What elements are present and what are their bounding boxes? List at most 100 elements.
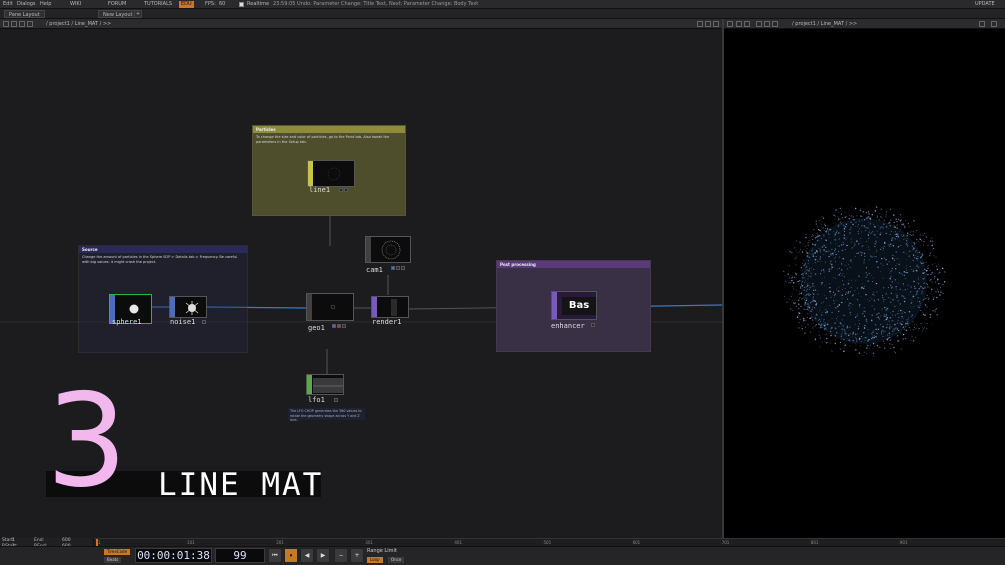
pane-split-icon[interactable] [705,21,711,27]
beats-toggle[interactable]: Beats [104,557,122,563]
node-lfo1[interactable]: lfo1 [306,374,346,406]
timecode-toggle[interactable]: TimeCode [104,549,131,555]
particle [883,331,885,333]
particle [883,343,885,345]
particle [812,252,814,254]
viewer-close-icon[interactable] [991,21,997,27]
particle [829,262,832,265]
particle [888,287,889,289]
particle [842,324,845,327]
particle [856,315,858,317]
particle [899,332,901,334]
viewer-mode-icon[interactable] [744,21,750,27]
particle [940,286,942,288]
render-thumbnail [391,299,397,316]
viewer-split-icon[interactable] [979,21,985,27]
menu-tutorials[interactable]: TUTORIALS [144,0,172,9]
minus-icon[interactable]: − [334,548,348,563]
particle [883,347,886,350]
play-icon[interactable]: ▶ [316,548,330,563]
viewer-path[interactable]: / project1 / Line_MAT / >> [792,19,857,29]
particle [849,326,851,328]
particle [873,256,875,257]
particle [827,224,829,226]
step-back-icon[interactable]: ◀ [300,548,314,563]
particle [881,296,884,299]
node-enhancer-flags[interactable] [591,323,595,328]
particle [849,333,851,335]
particle [882,340,885,342]
add-pane-button[interactable]: + [134,10,142,18]
node-noise1[interactable]: noise1 [169,296,209,328]
particle [919,305,921,307]
pause-icon[interactable]: ⏸ [284,548,298,563]
home-icon[interactable] [19,21,25,27]
loop-toggle[interactable]: Loop [367,557,383,563]
up-icon[interactable] [27,21,33,27]
realtime-checkbox[interactable] [239,2,244,7]
node-lfo1-flags[interactable] [334,398,338,403]
annotation-source[interactable]: Source Change the amount of particles in… [78,245,248,353]
particle [815,302,818,305]
particle [867,221,869,223]
menu-edit[interactable]: Edit [3,0,13,9]
node-enhancer[interactable]: Bas enhancer [551,291,599,331]
particle [888,297,890,299]
menu-help[interactable]: Help [40,0,51,9]
viewer-up-icon[interactable] [756,21,762,27]
menu-forum[interactable]: FORUM [108,0,126,9]
viewer-forward-icon[interactable] [772,21,778,27]
pane-options-icon[interactable] [697,21,703,27]
viewer-grid-icon[interactable] [736,21,742,27]
lfo-comment[interactable]: The LFO CHOP generates the 360 values to… [288,408,365,422]
rewind-icon[interactable]: ⏮ [268,548,282,563]
particle [831,266,833,268]
particle [904,311,906,314]
particle [809,285,810,287]
node-cam1[interactable]: cam1 [365,236,411,274]
particle [858,275,860,277]
particle [894,279,897,281]
network-path[interactable]: / project1 / Line_MAT / >> [46,19,111,29]
timecode-display[interactable]: 00:00:01:38 [135,548,212,563]
particle [792,282,795,284]
update-button[interactable]: UPDATE [975,0,995,9]
new-layout-tab[interactable]: New Layout [98,10,138,18]
render-viewer[interactable] [724,29,1005,538]
particle [862,245,864,247]
node-line1-flags[interactable] [339,188,348,193]
timeline-ruler[interactable]: 1 101 201 301 401 501 601 701 801 901 [94,538,1005,547]
particle [804,280,806,282]
viewer-home-icon[interactable] [727,21,733,27]
pane-layout-tab[interactable]: Pane Layout [4,10,45,18]
menu-dialogs[interactable]: Dialogs [17,0,36,9]
back-icon[interactable] [3,21,9,27]
pane-close-icon[interactable] [713,21,719,27]
particle [879,233,882,236]
particle [797,299,800,302]
particle [902,251,903,253]
particle [907,242,909,243]
node-sphere1[interactable]: sphere1 [109,294,153,330]
plus-icon[interactable]: + [350,548,364,563]
node-geo1[interactable]: geo1 [306,293,354,333]
frame-display[interactable]: 99 [215,548,265,563]
viewer-back-icon[interactable] [764,21,770,27]
particle [825,324,826,326]
particle [907,246,908,248]
node-noise1-flags[interactable] [202,320,206,325]
once-toggle[interactable]: Once [388,557,405,563]
node-cam1-flags[interactable] [391,266,405,271]
forward-icon[interactable] [11,21,17,27]
node-geo1-flags[interactable] [332,324,346,329]
node-render1[interactable]: render1 [371,296,411,328]
particle [937,288,939,290]
particle [868,249,870,251]
particle [873,299,875,301]
particle [810,310,812,313]
menu-wiki[interactable]: WIKI [70,0,81,9]
node-line1[interactable]: line1 [307,160,355,196]
particle [877,230,878,231]
particle [868,272,870,275]
particle [846,325,848,327]
